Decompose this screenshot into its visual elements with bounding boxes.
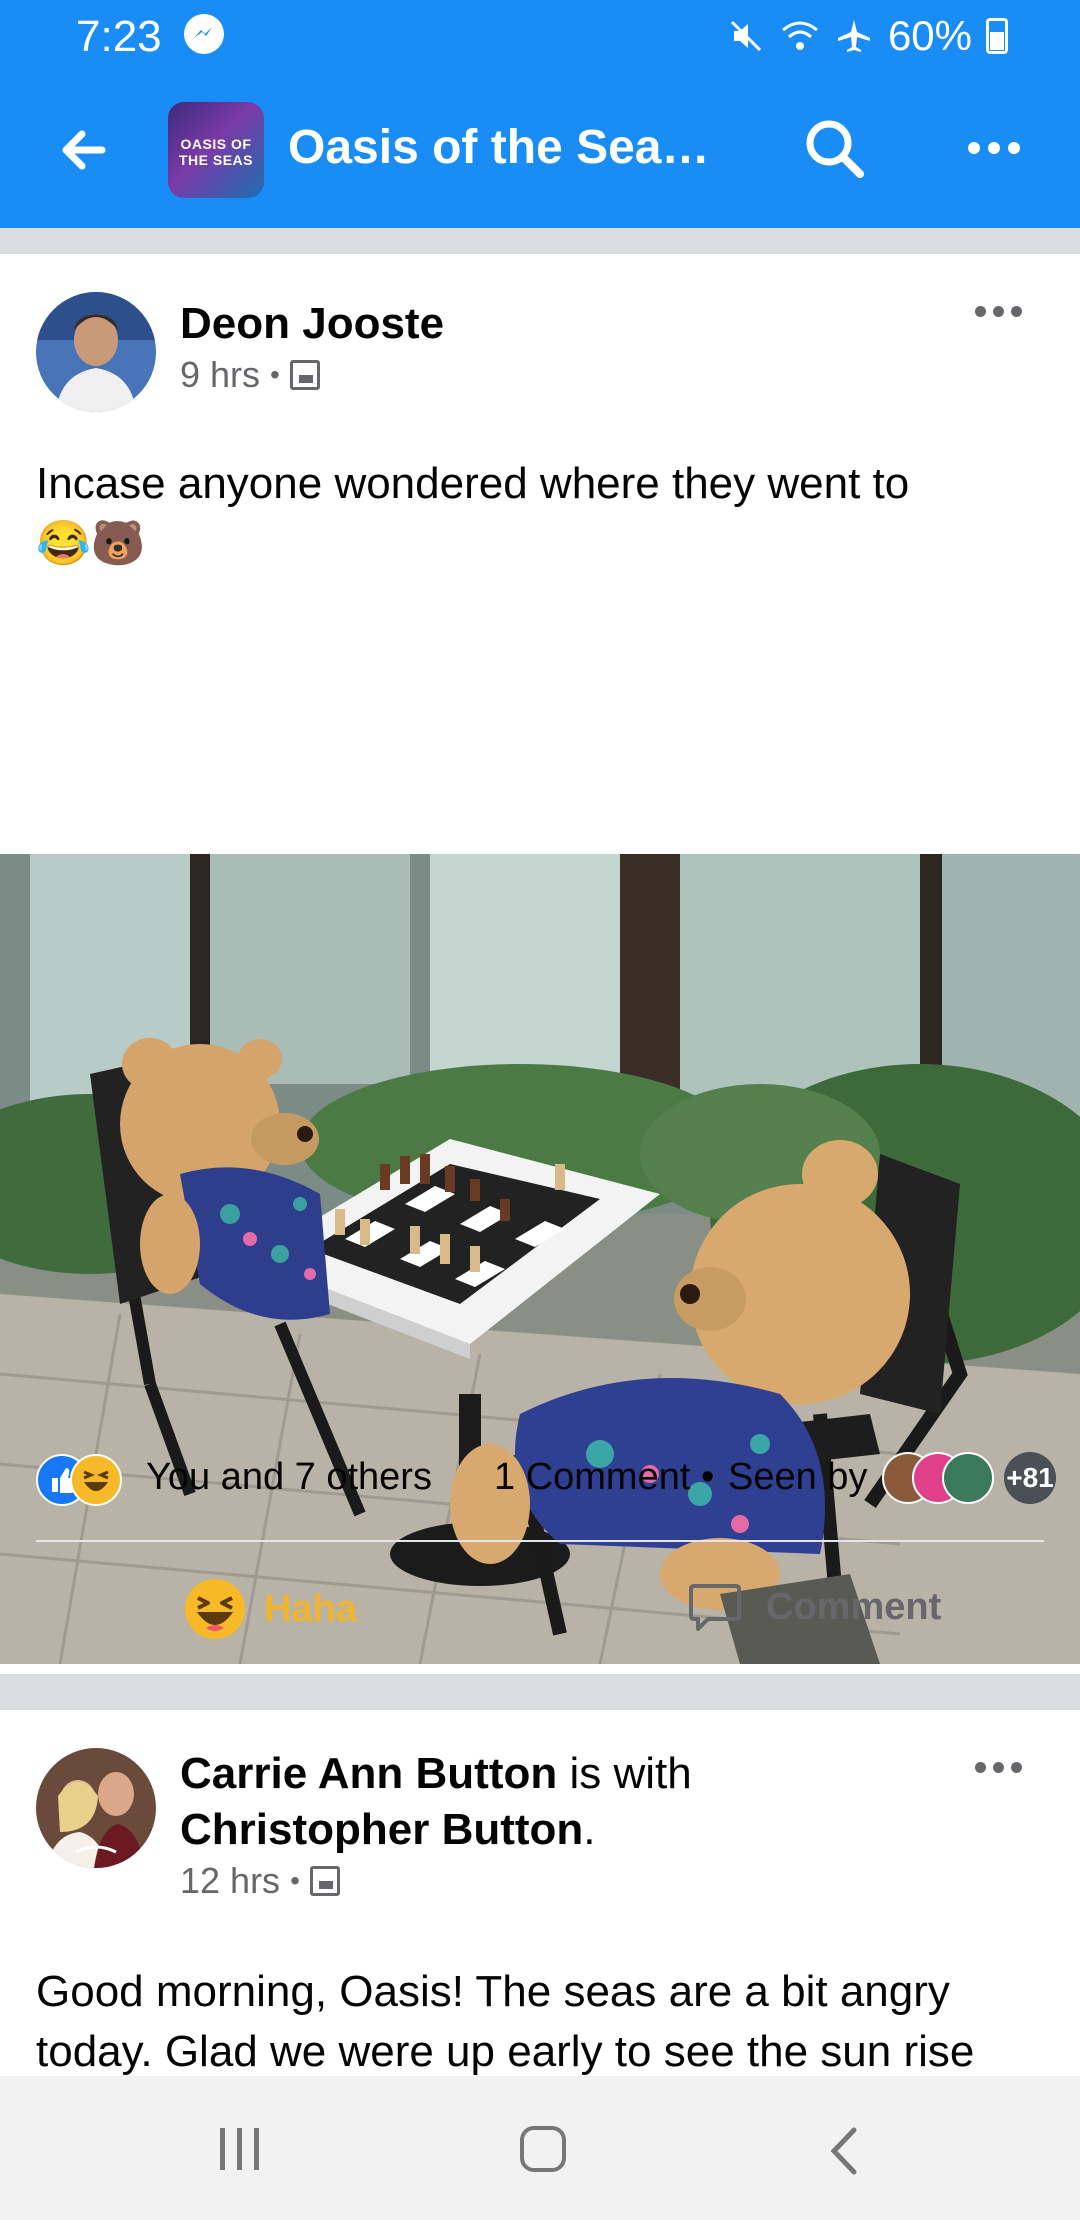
tagged-person[interactable]: Christopher Button [180,1805,583,1854]
battery-icon [986,18,1008,54]
group-header: OASIS OF THE SEAS Oasis of the Seas… [0,88,1080,208]
recent-apps-button[interactable] [220,2128,259,2170]
wifi-icon [781,21,818,50]
status-time: 7:23 [76,12,162,61]
post-author[interactable]: Deon Jooste [180,296,444,352]
post-photo[interactable] [0,854,1080,1664]
avatar[interactable] [36,1748,156,1868]
home-button[interactable] [520,2126,566,2172]
action-divider [36,1540,1044,1542]
back-arrow-icon[interactable] [52,116,120,184]
reactions-summary: You and 7 others 1 Comment • Seen by +81 [36,1444,1056,1510]
post-time[interactable]: 12 hrs [180,1860,280,1902]
post-meta: 9 hrs • [180,354,320,396]
feed-separator [0,1674,1080,1710]
post-actions: Haha Comment [0,1560,1080,1660]
airplane-icon [837,20,870,52]
post-options-icon[interactable] [975,306,1022,317]
comment-bubble-icon [689,1584,741,1631]
post-meta: 12 hrs • [180,1860,340,1902]
avatar[interactable] [36,292,156,412]
top-bar: 7:23 60% OASIS OF THE SEAS Oasis of the … [0,0,1080,228]
post-card: Deon Jooste 9 hrs • Incase anyone wonder… [0,254,1080,1674]
comment-label: Comment [766,1585,942,1628]
seen-by-more-count: +81 [1004,1452,1056,1504]
comment-button[interactable]: Comment [686,1578,941,1636]
status-icons: 60% [726,12,1008,60]
seen-by-avatars[interactable]: +81 [882,1452,1056,1504]
mute-icon [730,20,761,52]
photo-privacy-icon [289,360,320,390]
group-thumbnail[interactable]: OASIS OF THE SEAS [168,102,264,198]
reactions-text[interactable]: You and 7 others [146,1456,432,1499]
feed-separator [0,228,1080,254]
comment-count[interactable]: 1 Comment • [494,1456,714,1499]
avatar [942,1452,994,1504]
photo-privacy-icon [309,1866,340,1896]
post-time[interactable]: 9 hrs [180,354,260,396]
status-bar: 7:23 60% [0,0,1080,72]
system-nav-bar [0,2076,1080,2220]
more-options-icon[interactable] [968,142,1020,154]
haha-button[interactable]: Haha [184,1578,357,1640]
post-author[interactable]: Carrie Ann Button [180,1749,557,1798]
seen-by-label[interactable]: Seen by [728,1456,867,1499]
post-card: Carrie Ann Button is with Christopher Bu… [0,1710,1080,2076]
battery-percent: 60% [887,12,972,59]
reaction-icons[interactable] [36,1454,136,1506]
search-icon[interactable] [800,114,868,182]
post-text: Incase anyone wondered where they went t… [36,459,910,568]
post-text: Good morning, Oasis! The seas are a bit … [36,1967,975,2076]
group-title[interactable]: Oasis of the Seas… [288,120,728,175]
post-author-line: Carrie Ann Button is with Christopher Bu… [180,1749,692,1854]
post-options-icon[interactable] [975,1762,1022,1773]
haha-face-icon [185,1579,245,1639]
post-emojis: 😂🐻 [36,519,146,568]
back-nav-icon[interactable] [826,2126,862,2176]
haha-label: Haha [264,1587,357,1630]
messenger-notification-icon [184,14,224,54]
haha-reaction-icon [70,1454,122,1506]
group-thumbnail-label: OASIS OF THE SEAS [178,136,253,168]
